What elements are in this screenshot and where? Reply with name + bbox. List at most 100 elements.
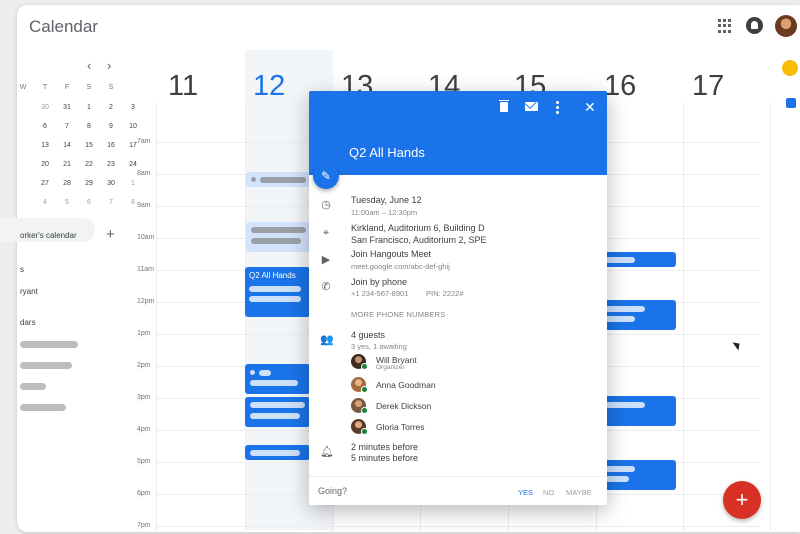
notifications-icon[interactable] <box>746 17 763 34</box>
mini-calendar-day[interactable]: 29 <box>83 180 95 187</box>
mini-calendar-day[interactable]: 4 <box>39 199 51 206</box>
rsvp-yes-button[interactable]: YES <box>518 488 533 497</box>
mini-calendar-day[interactable]: 10 <box>127 123 139 130</box>
delete-icon[interactable] <box>499 100 509 112</box>
day-number[interactable]: 12 <box>253 70 285 103</box>
mini-calendar-day[interactable]: 24 <box>127 161 139 168</box>
mini-calendar-day[interactable]: 30 <box>39 104 51 111</box>
app-title: Calendar <box>29 17 98 36</box>
event-block[interactable] <box>600 396 676 426</box>
day-number[interactable]: 16 <box>604 70 636 103</box>
mini-calendar-day[interactable]: 20 <box>39 161 51 168</box>
guests-status: 3 yes, 1 awaiting <box>351 342 407 351</box>
mini-calendar-day[interactable]: 14 <box>61 142 73 149</box>
event-block[interactable] <box>600 300 676 330</box>
event-block[interactable] <box>245 364 310 394</box>
q2-all-hands-event[interactable]: Q2 All Hands <box>245 267 310 317</box>
mini-calendar-day[interactable]: 3 <box>127 104 139 111</box>
mini-weekday-header: S <box>108 84 114 91</box>
mini-calendar-day[interactable]: 1 <box>127 180 139 187</box>
account-avatar[interactable] <box>775 15 797 37</box>
hangouts-link-title[interactable]: Join Hangouts Meet <box>351 249 431 259</box>
accepted-check-icon <box>361 386 368 393</box>
prev-month-icon[interactable]: ‹ <box>87 58 91 73</box>
calendar-placeholder-1 <box>20 341 78 348</box>
reminder-1: 2 minutes before <box>351 442 419 452</box>
day-number[interactable]: 17 <box>692 70 724 103</box>
video-icon: ▶ <box>321 254 331 266</box>
phone-number[interactable]: +1 234-567-8901 <box>351 289 408 298</box>
mini-calendar-day[interactable]: 6 <box>39 123 51 130</box>
more-phone-numbers-link[interactable]: MORE PHONE NUMBERS <box>351 310 445 319</box>
close-icon[interactable]: ✕ <box>584 99 596 116</box>
time-label: 8am <box>137 170 151 177</box>
rsvp-no-button[interactable]: NO <box>543 488 554 497</box>
email-guests-icon[interactable] <box>525 102 538 111</box>
sidebar-section-1: s <box>20 265 24 274</box>
rsvp-maybe-button[interactable]: MAYBE <box>566 488 592 497</box>
event-date: Tuesday, June 12 <box>351 195 422 205</box>
guest-name: Derek Dickson <box>376 401 432 411</box>
time-label: 3pm <box>137 394 151 401</box>
going-label: Going? <box>318 486 348 496</box>
mini-calendar-day[interactable]: 27 <box>39 180 51 187</box>
event-details-popup: ✕ Q2 All Hands ✎ ◷ Tuesday, June 12 11:0… <box>309 91 607 505</box>
mini-calendar-day[interactable]: 30 <box>105 180 117 187</box>
mini-calendar-day[interactable]: 16 <box>105 142 117 149</box>
time-label: 7am <box>137 138 151 145</box>
event-block[interactable] <box>600 252 676 267</box>
hangouts-url[interactable]: meet.google.com/abc-def-ghij <box>351 262 450 271</box>
edit-event-button[interactable]: ✎ <box>313 163 339 189</box>
keep-icon[interactable] <box>782 60 798 76</box>
accepted-check-icon <box>361 363 368 370</box>
time-label: 6pm <box>137 490 151 497</box>
mini-weekday-header: S <box>86 84 92 91</box>
sidebar-section-2: dars <box>20 318 36 327</box>
day-gridline <box>683 103 684 533</box>
tasks-icon[interactable] <box>786 98 796 108</box>
guests-icon: 👥 <box>320 334 334 346</box>
mini-calendar-day[interactable]: 8 <box>83 123 95 130</box>
mini-calendar-day[interactable]: 2 <box>105 104 117 111</box>
add-calendar-icon[interactable]: + <box>106 226 115 243</box>
next-month-icon[interactable]: › <box>107 58 111 73</box>
guests-count: 4 guests <box>351 330 386 340</box>
time-label: 4pm <box>137 426 151 433</box>
mini-calendar-day[interactable]: 1 <box>83 104 95 111</box>
hour-gridline <box>156 526 760 527</box>
time-label: 9am <box>137 202 151 209</box>
event-block[interactable] <box>245 445 310 460</box>
mini-calendar-day[interactable]: 7 <box>105 199 117 206</box>
day-number[interactable]: 11 <box>168 70 198 103</box>
mini-calendar-day[interactable]: 22 <box>83 161 95 168</box>
calendar-placeholder-4 <box>20 404 66 411</box>
phone-title[interactable]: Join by phone <box>351 277 407 287</box>
create-event-button[interactable]: + <box>723 481 761 519</box>
mini-calendar-day[interactable]: 6 <box>83 199 95 206</box>
mini-calendar-day[interactable]: 21 <box>61 161 73 168</box>
event-block[interactable] <box>246 172 311 187</box>
mini-calendar-day[interactable]: 13 <box>39 142 51 149</box>
sidebar-calendar-item[interactable]: ryant <box>20 287 38 296</box>
mini-calendar-day[interactable]: 5 <box>61 199 73 206</box>
event-location-2: San Francisco, Auditorium 2, SPE <box>351 235 487 245</box>
more-options-icon[interactable] <box>556 100 559 114</box>
guest-name: Anna Goodman <box>376 380 436 390</box>
mini-calendar-day[interactable]: 23 <box>105 161 117 168</box>
mini-calendar-day[interactable]: 9 <box>105 123 117 130</box>
reminder-2: 5 minutes before <box>351 453 419 463</box>
event-block[interactable] <box>245 397 310 427</box>
event-block[interactable] <box>600 460 676 490</box>
apps-grid-icon[interactable] <box>718 19 732 33</box>
time-label: 10am <box>137 234 155 241</box>
side-panel-rail <box>770 56 800 136</box>
time-label: 7pm <box>137 522 151 529</box>
time-label: 1pm <box>137 330 151 337</box>
event-block[interactable] <box>246 222 311 252</box>
mini-calendar-day[interactable]: 15 <box>83 142 95 149</box>
mini-calendar-day[interactable]: 31 <box>61 104 73 111</box>
accepted-check-icon <box>361 407 368 414</box>
mini-calendar-day[interactable]: 7 <box>61 123 73 130</box>
mini-calendar-day[interactable]: 28 <box>61 180 73 187</box>
day-gridline <box>770 103 771 533</box>
